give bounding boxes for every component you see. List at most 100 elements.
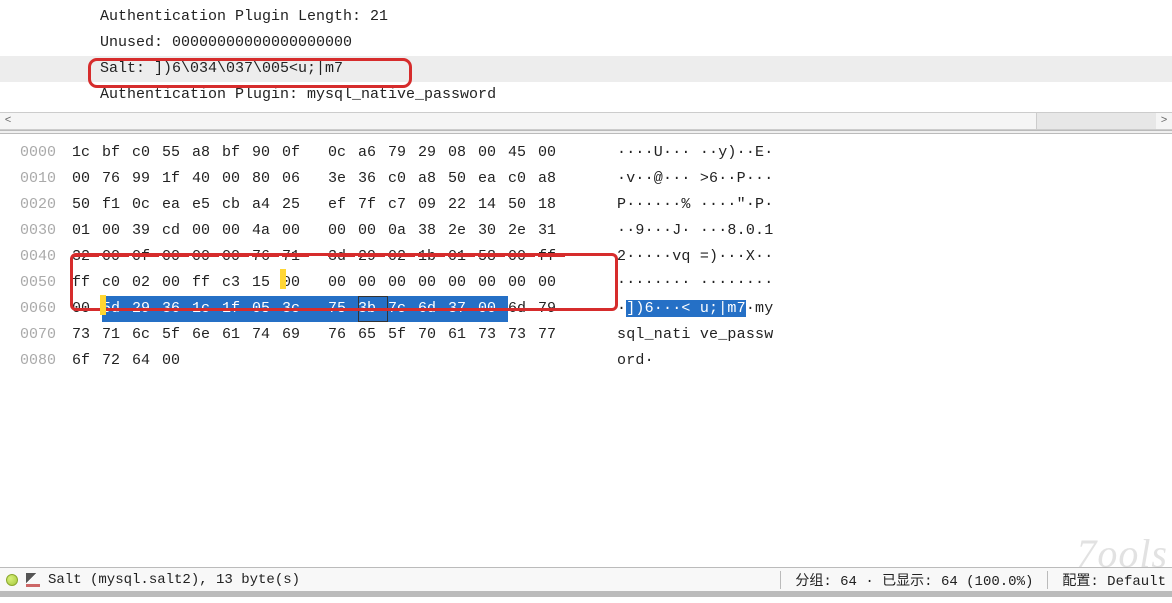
hex-byte[interactable]: 00 xyxy=(538,140,568,166)
hex-ascii[interactable]: ·v··@··· >6··P··· xyxy=(597,166,773,192)
hex-ascii[interactable]: ord· xyxy=(597,348,654,374)
hex-byte[interactable]: c7 xyxy=(388,192,418,218)
hex-row[interactable]: 006000 5d 29 36 1c 1f 05 3c 75 3b 7c 6d … xyxy=(0,296,1172,322)
hex-row[interactable]: 0050ff c0 02 00 ff c3 15 00 00 00 00 00 … xyxy=(0,270,1172,296)
hex-byte[interactable] xyxy=(388,348,418,374)
hex-byte[interactable] xyxy=(282,348,312,374)
hex-byte[interactable]: 08 xyxy=(448,140,478,166)
detail-unused[interactable]: Unused: 00000000000000000000 xyxy=(0,30,1172,56)
hex-byte[interactable]: 55 xyxy=(162,140,192,166)
hex-row[interactable]: 00 3001 00 39 cd 00 00 4a 00 00 00 0a 38 … xyxy=(0,218,1172,244)
hex-byte[interactable]: 30 xyxy=(478,218,508,244)
hex-byte[interactable]: 00 xyxy=(358,270,388,296)
detail-auth-plugin-length[interactable]: Authentication Plugin Length: 21 xyxy=(0,4,1172,30)
expert-info-icon[interactable] xyxy=(6,574,18,586)
hex-byte[interactable]: 72 xyxy=(102,348,132,374)
hex-byte[interactable]: 36 xyxy=(358,166,388,192)
hex-byte[interactable]: 02 xyxy=(132,270,162,296)
hex-byte[interactable] xyxy=(418,348,448,374)
hex-byte[interactable]: 00 xyxy=(358,218,388,244)
hex-byte[interactable]: a6 xyxy=(358,140,388,166)
hex-byte[interactable]: 00 xyxy=(448,270,478,296)
hex-byte[interactable]: 1c xyxy=(72,140,102,166)
hex-byte[interactable]: 50 xyxy=(448,166,478,192)
hex-byte[interactable]: 01 xyxy=(72,218,102,244)
hex-bytes[interactable]: 01 00 39 cd 00 00 4a 00 00 00 0a 38 2e 3… xyxy=(72,218,597,244)
hex-byte[interactable]: 02 xyxy=(388,244,418,270)
hex-byte[interactable]: 0c xyxy=(132,192,162,218)
hex-byte[interactable]: 36 xyxy=(162,296,192,322)
scroll-left-arrow[interactable]: < xyxy=(0,115,16,127)
hex-byte[interactable]: 50 xyxy=(72,192,102,218)
hex-byte[interactable]: 38 xyxy=(418,218,448,244)
hex-byte[interactable]: c0 xyxy=(508,166,538,192)
hex-byte[interactable]: 6f xyxy=(72,348,102,374)
hex-ascii[interactable]: 2·····vq =)···X·· xyxy=(597,244,773,270)
hex-byte[interactable]: 18 xyxy=(538,192,568,218)
hex-byte[interactable]: 50 xyxy=(508,192,538,218)
hex-bytes[interactable]: 32 00 0f 00 00 00 76 71 3d 29 02 1b 01 5… xyxy=(72,244,597,270)
hex-byte[interactable]: cb xyxy=(222,192,252,218)
detail-auth-plugin[interactable]: Authentication Plugin: mysql_native_pass… xyxy=(0,82,1172,108)
hex-byte[interactable]: 00 xyxy=(282,218,312,244)
hex-row[interactable]: 004032 00 0f 00 00 00 76 71 3d 29 02 1b … xyxy=(0,244,1172,270)
hex-byte[interactable]: 71 xyxy=(102,322,132,348)
hex-byte[interactable]: 6e xyxy=(192,322,222,348)
hex-byte[interactable]: 64 xyxy=(132,348,162,374)
hex-byte[interactable] xyxy=(358,348,388,374)
hex-ascii[interactable]: ··9···J· ···8.0.1 xyxy=(597,218,773,244)
hex-byte[interactable]: 00 xyxy=(388,270,418,296)
hex-byte[interactable]: 29 xyxy=(418,140,448,166)
hex-byte[interactable]: 00 xyxy=(192,218,222,244)
hex-byte[interactable]: ff xyxy=(538,244,568,270)
hex-byte[interactable]: 76 xyxy=(328,322,358,348)
hex-byte[interactable]: 32 xyxy=(72,244,102,270)
hex-byte[interactable]: cd xyxy=(162,218,192,244)
hex-byte[interactable]: ea xyxy=(478,166,508,192)
hex-byte[interactable]: 1c xyxy=(192,296,222,322)
hex-byte[interactable]: 29 xyxy=(358,244,388,270)
packet-details-pane[interactable]: Authentication Plugin Length: 21 Unused:… xyxy=(0,0,1172,112)
hex-byte[interactable] xyxy=(508,348,538,374)
hex-byte[interactable]: 6d xyxy=(508,296,538,322)
hex-byte[interactable]: 00 xyxy=(222,244,252,270)
hex-byte[interactable]: 61 xyxy=(222,322,252,348)
hex-byte[interactable]: 3d xyxy=(328,244,358,270)
hex-byte[interactable]: 0f xyxy=(132,244,162,270)
hex-byte[interactable]: 06 xyxy=(282,166,312,192)
hex-byte[interactable]: 01 xyxy=(448,244,478,270)
hex-byte[interactable]: bf xyxy=(222,140,252,166)
hex-byte[interactable] xyxy=(478,348,508,374)
hex-ascii[interactable]: ········ ········ xyxy=(597,270,773,296)
hex-byte[interactable]: 00 xyxy=(508,244,538,270)
hex-byte[interactable]: ff xyxy=(72,270,102,296)
hex-bytes[interactable]: 73 71 6c 5f 6e 61 74 69 76 65 5f 70 61 7… xyxy=(72,322,597,348)
edit-icon[interactable] xyxy=(26,573,40,587)
hex-byte[interactable]: 6c xyxy=(132,322,162,348)
hex-byte[interactable]: a4 xyxy=(252,192,282,218)
hex-byte[interactable]: 00 xyxy=(222,166,252,192)
hex-byte[interactable]: 09 xyxy=(418,192,448,218)
hex-byte[interactable]: 77 xyxy=(538,322,568,348)
hex-byte[interactable]: 75 xyxy=(328,296,358,322)
hex-byte[interactable]: 22 xyxy=(448,192,478,218)
hex-byte[interactable]: 00 xyxy=(508,270,538,296)
hex-byte[interactable]: 76 xyxy=(252,244,282,270)
hex-byte[interactable]: 00 xyxy=(162,348,192,374)
hex-byte[interactable]: 00 xyxy=(72,296,102,322)
hex-byte[interactable]: 15 xyxy=(252,270,282,296)
hex-byte[interactable]: 00 xyxy=(102,218,132,244)
hex-row[interactable]: 002050 f1 0c ea e5 cb a4 25 ef 7f c7 09 … xyxy=(0,192,1172,218)
hex-byte[interactable]: 61 xyxy=(448,322,478,348)
hex-byte[interactable] xyxy=(538,348,568,374)
hex-byte[interactable]: 00 xyxy=(478,270,508,296)
hex-bytes[interactable]: 00 76 99 1f 40 00 80 06 3e 36 c0 a8 50 e… xyxy=(72,166,597,192)
hex-byte[interactable]: ef xyxy=(328,192,358,218)
hex-byte[interactable]: a8 xyxy=(192,140,222,166)
hex-byte[interactable]: 73 xyxy=(478,322,508,348)
hex-byte[interactable]: 5f xyxy=(162,322,192,348)
hex-byte[interactable]: 1f xyxy=(162,166,192,192)
hex-byte[interactable]: 31 xyxy=(538,218,568,244)
hex-byte[interactable]: 70 xyxy=(418,322,448,348)
hex-ascii[interactable]: sql_nati ve_passw xyxy=(597,322,773,348)
